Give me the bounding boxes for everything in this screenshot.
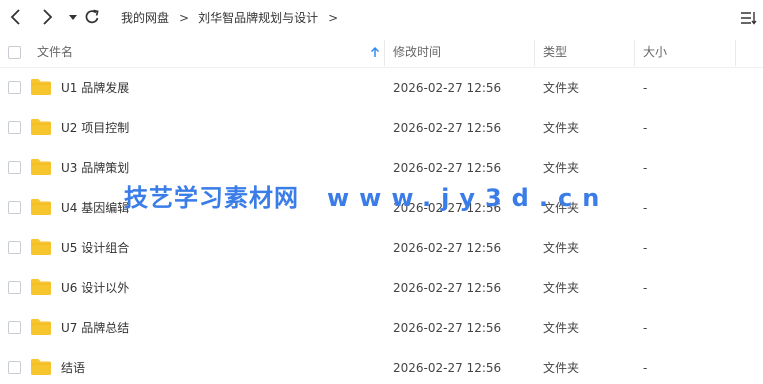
file-name[interactable]: U7 品牌总结 bbox=[61, 308, 129, 348]
chevron-left-icon bbox=[10, 9, 20, 25]
history-dropdown-button[interactable] bbox=[62, 6, 77, 28]
column-size-header[interactable]: 大小 bbox=[643, 36, 667, 68]
row-checkbox[interactable] bbox=[8, 201, 21, 214]
breadcrumb-root[interactable]: 我的网盘 bbox=[121, 9, 169, 26]
file-row[interactable]: U1 品牌发展 2026-02-27 12:56 文件夹 - bbox=[0, 68, 763, 108]
folder-icon bbox=[31, 159, 51, 175]
row-checkbox[interactable] bbox=[8, 121, 21, 134]
file-name[interactable]: U6 设计以外 bbox=[61, 268, 129, 308]
file-type: 文件夹 bbox=[543, 281, 580, 295]
row-checkbox[interactable] bbox=[8, 281, 21, 294]
column-header: 文件名 修改时间 类型 大小 bbox=[0, 36, 763, 68]
file-name[interactable]: U1 品牌发展 bbox=[61, 68, 129, 108]
file-size: - bbox=[643, 241, 648, 255]
column-divider[interactable] bbox=[534, 40, 535, 66]
column-type-header[interactable]: 类型 bbox=[543, 36, 567, 68]
file-modified: 2026-02-27 12:56 bbox=[393, 361, 502, 375]
row-checkbox[interactable] bbox=[8, 81, 21, 94]
watermark: 技艺学习素材网 www.jy3d.cn bbox=[124, 178, 609, 213]
file-type: 文件夹 bbox=[543, 81, 580, 95]
sort-ascending-icon[interactable] bbox=[369, 46, 381, 58]
toolbar: 我的网盘 > 刘华智品牌规划与设计 > bbox=[0, 0, 763, 36]
breadcrumb: 我的网盘 > 刘华智品牌规划与设计 > bbox=[121, 9, 347, 26]
breadcrumb-separator-icon: > bbox=[328, 10, 339, 25]
forward-button[interactable] bbox=[36, 6, 58, 28]
column-divider[interactable] bbox=[735, 40, 736, 66]
file-row[interactable]: U2 项目控制 2026-02-27 12:56 文件夹 - bbox=[0, 108, 763, 148]
file-modified: 2026-02-27 12:56 bbox=[393, 121, 502, 135]
file-type: 文件夹 bbox=[543, 241, 580, 255]
file-size: - bbox=[643, 81, 648, 95]
file-row[interactable]: U7 品牌总结 2026-02-27 12:56 文件夹 - bbox=[0, 308, 763, 348]
row-checkbox[interactable] bbox=[8, 161, 21, 174]
file-size: - bbox=[643, 361, 648, 375]
column-divider[interactable] bbox=[384, 40, 385, 66]
row-checkbox[interactable] bbox=[8, 241, 21, 254]
breadcrumb-separator-icon: > bbox=[179, 10, 190, 25]
file-row[interactable]: 结语 2026-02-27 12:56 文件夹 - bbox=[0, 348, 763, 384]
back-button[interactable] bbox=[5, 6, 27, 28]
file-size: - bbox=[643, 281, 648, 295]
file-row[interactable]: U5 设计组合 2026-02-27 12:56 文件夹 - bbox=[0, 228, 763, 268]
file-modified: 2026-02-27 12:56 bbox=[393, 241, 502, 255]
file-row[interactable]: U6 设计以外 2026-02-27 12:56 文件夹 - bbox=[0, 268, 763, 308]
file-size: - bbox=[643, 321, 648, 335]
select-all-checkbox[interactable] bbox=[8, 46, 21, 59]
file-name[interactable]: U2 项目控制 bbox=[61, 108, 129, 148]
watermark-url: www.jy3d.cn bbox=[327, 184, 610, 212]
refresh-icon bbox=[85, 9, 99, 24]
file-modified: 2026-02-27 12:56 bbox=[393, 81, 502, 95]
chevron-right-icon bbox=[43, 9, 53, 25]
file-size: - bbox=[643, 201, 648, 215]
row-checkbox[interactable] bbox=[8, 321, 21, 334]
folder-icon bbox=[31, 119, 51, 135]
column-modified-header[interactable]: 修改时间 bbox=[393, 36, 441, 68]
file-name[interactable]: U5 设计组合 bbox=[61, 228, 129, 268]
list-view-icon bbox=[741, 12, 757, 25]
breadcrumb-current[interactable]: 刘华智品牌规划与设计 bbox=[198, 9, 318, 26]
row-checkbox[interactable] bbox=[8, 361, 21, 374]
file-modified: 2026-02-27 12:56 bbox=[393, 281, 502, 295]
refresh-button[interactable] bbox=[81, 6, 103, 28]
folder-icon bbox=[31, 359, 51, 375]
file-name[interactable]: 结语 bbox=[61, 348, 85, 384]
file-type: 文件夹 bbox=[543, 321, 580, 335]
column-divider[interactable] bbox=[634, 40, 635, 66]
view-toggle-button[interactable] bbox=[739, 8, 759, 28]
file-type: 文件夹 bbox=[543, 121, 580, 135]
file-modified: 2026-02-27 12:56 bbox=[393, 321, 502, 335]
folder-icon bbox=[31, 199, 51, 215]
column-name-header[interactable]: 文件名 bbox=[37, 36, 73, 68]
file-size: - bbox=[643, 121, 648, 135]
folder-icon bbox=[31, 319, 51, 335]
folder-icon bbox=[31, 279, 51, 295]
file-name[interactable]: U4 基因编辑 bbox=[61, 188, 129, 228]
file-name[interactable]: U3 品牌策划 bbox=[61, 148, 129, 188]
folder-icon bbox=[31, 239, 51, 255]
folder-icon bbox=[31, 79, 51, 95]
file-size: - bbox=[643, 161, 648, 175]
watermark-title: 技艺学习素材网 bbox=[124, 184, 299, 212]
file-type: 文件夹 bbox=[543, 361, 580, 375]
